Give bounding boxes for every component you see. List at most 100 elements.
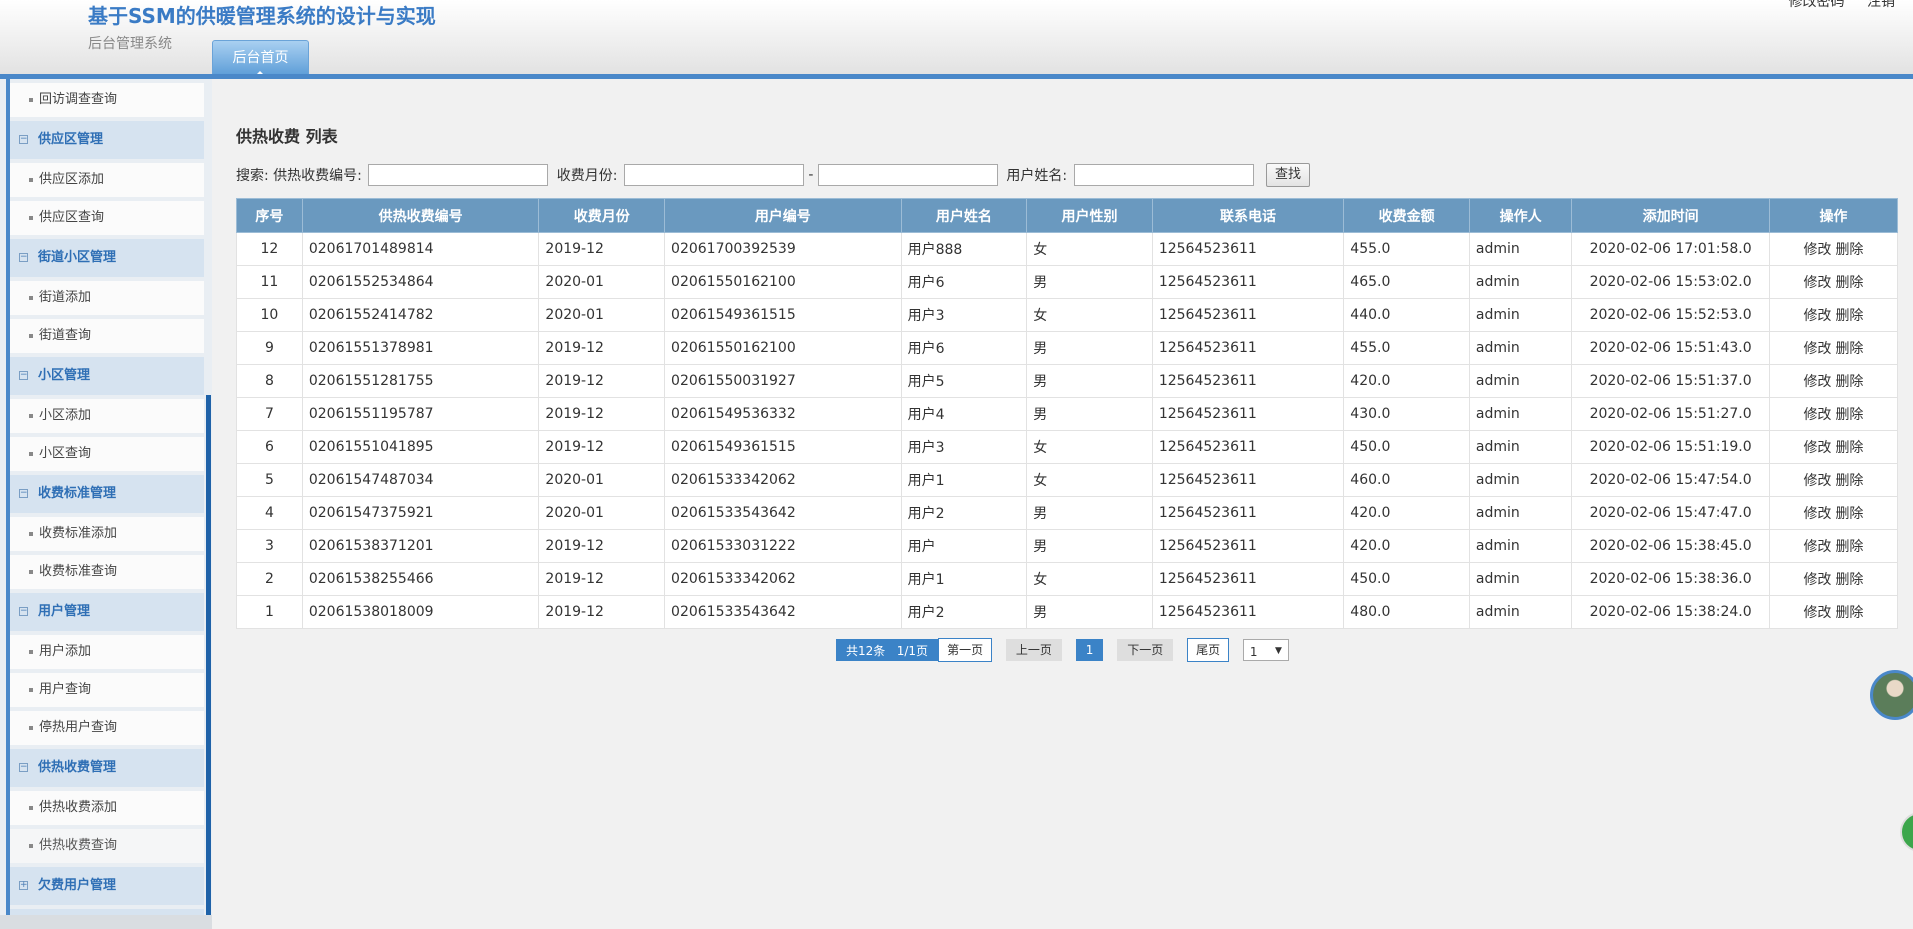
month-label: 收费月份: [556, 168, 618, 184]
table-cell: 02061551041895 [301, 430, 540, 464]
edit-link[interactable]: 修改 [1803, 440, 1831, 456]
table-cell: 2020-02-06 15:38:45.0 [1571, 529, 1770, 563]
edit-link[interactable]: 修改 [1803, 539, 1831, 555]
table-header-row: 序号 供热收费编号 收费月份 用户编号 用户姓名 用户性别 联系电话 收费金额 操作人 添加时间操… [236, 198, 1899, 233]
collapse-icon: − [19, 488, 28, 498]
table-cell: admin [1468, 562, 1573, 596]
sidebar-item[interactable]: 街道查询 [10, 319, 204, 353]
table-row: 3 02061538371201 2019-12 02061533031222 用户男 1… [236, 529, 1899, 563]
edit-link[interactable]: 修改 [1803, 572, 1831, 588]
edit-link[interactable]: 修改 [1803, 308, 1831, 324]
sidebar-item[interactable]: 回访调查查询 [10, 83, 204, 117]
table-cell: 2019-12 [538, 331, 666, 365]
delete-link[interactable]: 删除 [1835, 308, 1863, 324]
sidebar-item[interactable]: 小区查询 [10, 437, 204, 471]
edit-link[interactable]: 修改 [1803, 407, 1831, 423]
change-password-link[interactable]: 修改密码 [1789, 0, 1845, 10]
row-actions: 修改 删除 [1768, 397, 1899, 431]
table-cell: 02061547487034 [301, 463, 540, 497]
edit-link[interactable]: 修改 [1803, 473, 1831, 489]
edit-link[interactable]: 修改 [1803, 374, 1831, 390]
name-search-input[interactable] [1073, 164, 1254, 186]
collapse-icon: − [19, 370, 28, 380]
row-actions: 修改 删除 [1768, 496, 1899, 530]
row-actions: 修改 删除 [1768, 529, 1899, 563]
sidebar-item-label: 用户查询 [39, 682, 92, 697]
sidebar-item[interactable]: 小区添加 [10, 399, 204, 433]
delete-link[interactable]: 删除 [1835, 407, 1863, 423]
table-cell: 女 [1026, 430, 1153, 464]
delete-link[interactable]: 删除 [1835, 605, 1863, 621]
edit-link[interactable]: 修改 [1803, 341, 1831, 357]
tab-home-label: 后台首页 [232, 50, 289, 66]
table-cell: 女 [1026, 562, 1153, 596]
delete-link[interactable]: 删除 [1835, 473, 1863, 489]
bullet-icon [29, 726, 33, 730]
pager-first-button[interactable]: 第一页 [938, 638, 993, 662]
sidebar-bottom-scrollbar[interactable] [0, 915, 212, 929]
sidebar-item[interactable]: 街道添加 [10, 281, 204, 315]
pager-next-button[interactable]: 下一页 [1117, 639, 1174, 661]
pager-prev-button[interactable]: 上一页 [1005, 639, 1062, 661]
delete-link[interactable]: 删除 [1835, 539, 1863, 555]
month-end-input[interactable] [817, 164, 998, 186]
sidebar-group[interactable]: − 收费标准管理 [10, 475, 204, 513]
delete-link[interactable]: 删除 [1835, 572, 1863, 588]
table-cell: 02061550162100 [664, 265, 902, 299]
table-cell: 450.0 [1343, 562, 1470, 596]
sidebar-item[interactable]: 用户添加 [10, 635, 204, 669]
tab-home[interactable]: 后台首页 [212, 40, 309, 76]
sidebar-item[interactable]: 供应区添加 [10, 163, 204, 197]
column-header: 联系电话 [1151, 198, 1345, 233]
delete-link[interactable]: 删除 [1835, 506, 1863, 522]
table-row: 9 02061551378981 2019-12 02061550162100 用户6 男… [236, 331, 1899, 365]
sidebar-scroll-indicator[interactable] [206, 395, 211, 929]
pager-select-value: 1 [1249, 644, 1258, 659]
bullet-icon [29, 688, 33, 692]
table-cell: 420.0 [1343, 364, 1470, 398]
sidebar-item[interactable]: 用户查询 [10, 673, 204, 707]
table-cell: 2020-01 [538, 463, 666, 497]
sidebar-group[interactable]: − 供热收费管理 [10, 749, 204, 787]
pager-page-select[interactable]: 1 ▼ [1242, 639, 1289, 661]
sidebar-item[interactable]: 收费标准添加 [10, 517, 204, 551]
delete-link[interactable]: 删除 [1835, 242, 1863, 258]
sidebar-group[interactable]: + 欠费用户管理 [10, 867, 204, 905]
delete-link[interactable]: 删除 [1835, 440, 1863, 456]
table-cell: 7 [236, 397, 303, 431]
table-cell: 2019-12 [538, 562, 666, 596]
sidebar-item-label: 收费标准管理 [38, 486, 117, 501]
sidebar-group[interactable]: − 用户管理 [10, 593, 204, 631]
sidebar-item-label: 小区查询 [39, 446, 92, 461]
floating-avatar[interactable] [1870, 670, 1913, 720]
sidebar-group[interactable]: − 供应区管理 [10, 121, 204, 159]
table-cell: 3 [236, 529, 303, 563]
edit-link[interactable]: 修改 [1803, 275, 1831, 291]
name-label: 用户姓名: [1006, 168, 1068, 184]
table-row: 1 02061538018009 2019-12 02061533543642 用户2 男… [236, 595, 1899, 629]
edit-link[interactable]: 修改 [1803, 242, 1831, 258]
sidebar-item[interactable]: 供应区查询 [10, 201, 204, 235]
edit-link[interactable]: 修改 [1803, 605, 1831, 621]
table-cell: 12564523611 [1151, 232, 1345, 266]
pager-current-page[interactable]: 1 [1075, 639, 1104, 661]
table-cell: 用户888 [900, 232, 1028, 266]
delete-link[interactable]: 删除 [1835, 341, 1863, 357]
sidebar-item[interactable]: 停热用户查询 [10, 711, 204, 745]
delete-link[interactable]: 删除 [1835, 374, 1863, 390]
logout-link[interactable]: 注销 [1867, 0, 1895, 10]
search-button[interactable]: 查找 [1266, 163, 1311, 187]
sidebar-item[interactable]: 供热收费查询 [10, 829, 204, 863]
sidebar-item[interactable]: 供热收费添加 [10, 791, 204, 825]
table-cell: 2020-02-06 15:51:43.0 [1571, 331, 1770, 365]
sidebar-group[interactable]: − 街道小区管理 [10, 239, 204, 277]
code-search-input[interactable] [368, 164, 549, 186]
pager-last-button[interactable]: 尾页 [1187, 638, 1230, 662]
month-start-input[interactable] [623, 164, 804, 186]
edit-link[interactable]: 修改 [1803, 506, 1831, 522]
column-header: 收费金额 [1343, 198, 1470, 233]
column-header: 收费月份 [538, 198, 666, 233]
delete-link[interactable]: 删除 [1835, 275, 1863, 291]
sidebar-item[interactable]: 收费标准查询 [10, 555, 204, 589]
sidebar-group[interactable]: − 小区管理 [10, 357, 204, 395]
